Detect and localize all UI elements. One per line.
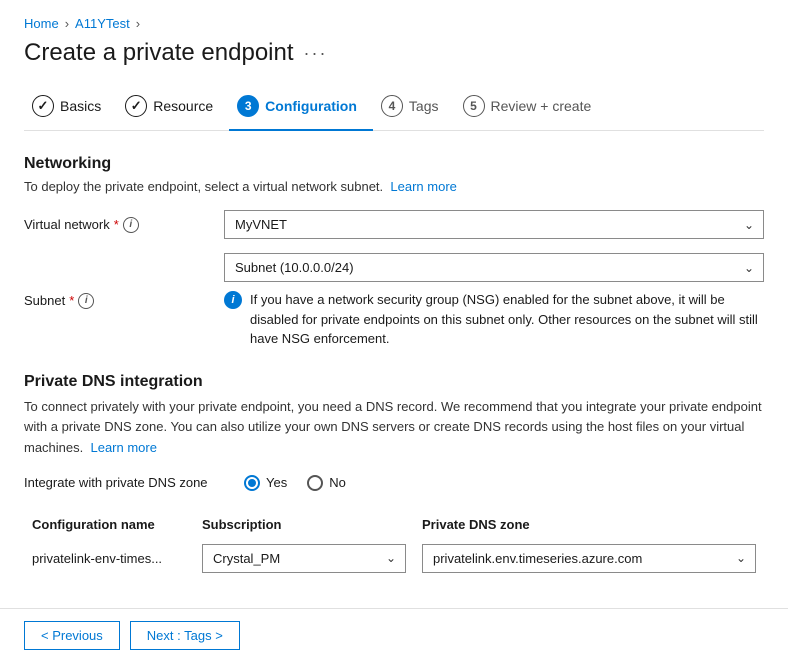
- dns-no-radio[interactable]: [307, 475, 323, 491]
- breadcrumb: Home › A11YTest ›: [24, 16, 764, 31]
- dns-yes-option[interactable]: Yes: [244, 475, 287, 491]
- page-title-ellipsis[interactable]: ···: [304, 43, 328, 64]
- dns-table: Configuration name Subscription Private …: [24, 511, 764, 579]
- subnet-info-icon[interactable]: i: [78, 293, 94, 309]
- dns-zone-cell: privatelink.env.timeseries.azure.com ⌄: [414, 538, 764, 579]
- dns-no-option[interactable]: No: [307, 475, 346, 491]
- dns-yes-radio[interactable]: [244, 475, 260, 491]
- subnet-info-box-icon: i: [224, 291, 242, 309]
- step-tags[interactable]: 4 Tags: [373, 87, 455, 131]
- integrate-dns-label: Integrate with private DNS zone: [24, 475, 224, 490]
- step-basics[interactable]: ✓ Basics: [24, 87, 117, 131]
- step-configuration-circle: 3: [237, 95, 259, 117]
- dns-section: Private DNS integration To connect priva…: [24, 373, 764, 579]
- networking-section: Networking To deploy the private endpoin…: [24, 155, 764, 349]
- dns-table-header-config: Configuration name: [24, 511, 194, 538]
- virtual-network-dropdown[interactable]: MyVNET: [224, 210, 764, 239]
- wizard-steps: ✓ Basics ✓ Resource 3 Configuration 4 Ta…: [24, 87, 764, 131]
- subnet-info-box: i If you have a network security group (…: [224, 290, 764, 349]
- virtual-network-control: MyVNET ⌄: [224, 210, 764, 239]
- virtual-network-row: Virtual network * i MyVNET ⌄: [24, 210, 764, 239]
- dns-table-header-zone: Private DNS zone: [414, 511, 764, 538]
- subnet-info-text: If you have a network security group (NS…: [250, 290, 764, 349]
- breadcrumb-home[interactable]: Home: [24, 16, 59, 31]
- networking-learn-more[interactable]: Learn more: [390, 179, 456, 194]
- table-row: privatelink-env-times... Crystal_PM ⌄ pr…: [24, 538, 764, 579]
- networking-description: To deploy the private endpoint, select a…: [24, 179, 764, 194]
- dns-title: Private DNS integration: [24, 373, 764, 391]
- next-button[interactable]: Next : Tags >: [130, 621, 240, 650]
- step-basics-circle: ✓: [32, 95, 54, 117]
- dns-config-name: privatelink-env-times...: [24, 538, 194, 579]
- subnet-row: Subnet * i Subnet (10.0.0.0/24) ⌄ i If y…: [24, 253, 764, 349]
- subnet-label: Subnet * i: [24, 293, 224, 309]
- networking-title: Networking: [24, 155, 764, 173]
- step-resource-circle: ✓: [125, 95, 147, 117]
- step-configuration-label: Configuration: [265, 98, 357, 114]
- integrate-dns-row: Integrate with private DNS zone Yes No: [24, 475, 764, 491]
- dns-yes-label: Yes: [266, 475, 287, 490]
- step-tags-label: Tags: [409, 98, 439, 114]
- step-review[interactable]: 5 Review + create: [455, 87, 608, 131]
- step-resource[interactable]: ✓ Resource: [117, 87, 229, 131]
- step-basics-label: Basics: [60, 98, 101, 114]
- dns-subscription-cell: Crystal_PM ⌄: [194, 538, 414, 579]
- step-review-circle: 5: [463, 95, 485, 117]
- dns-subscription-dropdown[interactable]: Crystal_PM: [202, 544, 406, 573]
- virtual-network-info-icon[interactable]: i: [123, 217, 139, 233]
- step-tags-circle: 4: [381, 95, 403, 117]
- footer: < Previous Next : Tags >: [0, 608, 788, 662]
- page-title-row: Create a private endpoint ···: [24, 39, 764, 67]
- step-resource-label: Resource: [153, 98, 213, 114]
- dns-description: To connect privately with your private e…: [24, 397, 764, 459]
- dns-no-label: No: [329, 475, 346, 490]
- previous-button[interactable]: < Previous: [24, 621, 120, 650]
- dns-learn-more[interactable]: Learn more: [90, 440, 156, 455]
- breadcrumb-test[interactable]: A11YTest: [75, 16, 130, 31]
- subnet-dropdown[interactable]: Subnet (10.0.0.0/24): [224, 253, 764, 282]
- subnet-control: Subnet (10.0.0.0/24) ⌄ i If you have a n…: [224, 253, 764, 349]
- dns-radio-options: Yes No: [244, 475, 346, 491]
- dns-zone-dropdown[interactable]: privatelink.env.timeseries.azure.com: [422, 544, 756, 573]
- virtual-network-label: Virtual network * i: [24, 217, 224, 233]
- page-title: Create a private endpoint: [24, 39, 294, 67]
- step-review-label: Review + create: [491, 98, 592, 114]
- dns-table-header-subscription: Subscription: [194, 511, 414, 538]
- step-configuration[interactable]: 3 Configuration: [229, 87, 373, 131]
